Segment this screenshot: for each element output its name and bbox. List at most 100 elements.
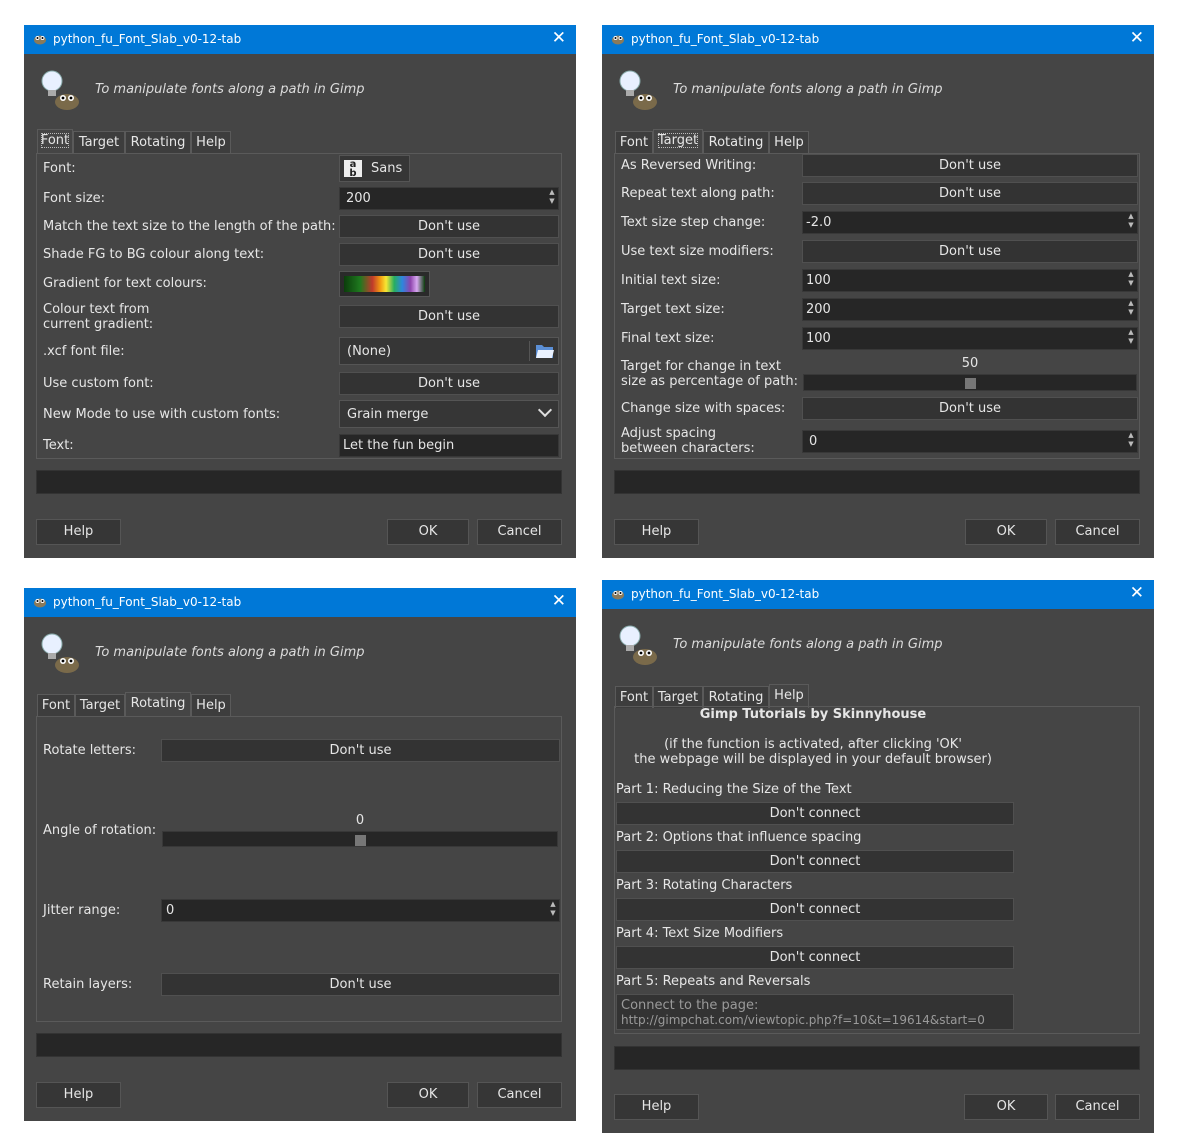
spaces-toggle[interactable]: Don't use bbox=[802, 397, 1138, 420]
progress-bar bbox=[614, 470, 1140, 494]
repeat-toggle[interactable]: Don't use bbox=[802, 182, 1138, 205]
retain-toggle[interactable]: Don't use bbox=[161, 973, 560, 996]
tab-help[interactable]: Help bbox=[191, 694, 231, 716]
cancel-button[interactable]: Cancel bbox=[477, 1082, 562, 1108]
close-icon[interactable]: ✕ bbox=[552, 591, 566, 611]
angle-slider[interactable] bbox=[162, 831, 558, 847]
target-size-label: Target text size: bbox=[621, 302, 725, 317]
dialog-help-tab: python_fu_Font_Slab_v0-12-tab ✕ To manip… bbox=[602, 580, 1154, 1133]
match-size-toggle[interactable]: Don't use bbox=[339, 215, 559, 238]
spacing-spinner[interactable]: 0 ▲ ▼ bbox=[802, 430, 1138, 453]
cancel-button[interactable]: Cancel bbox=[1055, 1094, 1140, 1120]
dialog-subtitle: To manipulate fonts along a path in Gimp bbox=[95, 645, 365, 660]
font-icon: ab bbox=[344, 160, 362, 179]
tab-target[interactable]: Target bbox=[653, 686, 703, 708]
target-size-spinner[interactable]: 200 ▲ ▼ bbox=[802, 298, 1138, 321]
folder-open-icon[interactable] bbox=[535, 342, 555, 360]
lightbulb-icon bbox=[41, 633, 79, 673]
spinner-arrows[interactable]: ▲ ▼ bbox=[1125, 212, 1137, 233]
help-note-line-2: the webpage will be displayed in your de… bbox=[634, 752, 992, 767]
close-icon[interactable]: ✕ bbox=[1130, 28, 1144, 48]
part3-connect-button[interactable]: Don't connect bbox=[616, 898, 1014, 921]
cancel-button[interactable]: Cancel bbox=[1055, 519, 1140, 545]
tab-target[interactable]: Target bbox=[73, 131, 125, 153]
tab-font[interactable]: Font bbox=[615, 686, 653, 708]
initial-size-spinner[interactable]: 100 ▲ ▼ bbox=[802, 269, 1138, 292]
progress-bar bbox=[614, 1046, 1140, 1070]
custom-font-toggle[interactable]: Don't use bbox=[339, 372, 559, 395]
part2-connect-button[interactable]: Don't connect bbox=[616, 850, 1014, 873]
text-label: Text: bbox=[43, 438, 74, 453]
tab-rotating[interactable]: Rotating bbox=[703, 686, 769, 708]
tab-target[interactable]: Target bbox=[75, 694, 125, 716]
xcf-file-chooser[interactable]: (None) bbox=[339, 337, 559, 365]
font-chooser-button[interactable]: ab Sans bbox=[339, 155, 410, 182]
tab-font[interactable]: Font bbox=[615, 131, 653, 153]
tab-help[interactable]: Help bbox=[191, 131, 231, 153]
reversed-toggle[interactable]: Don't use bbox=[802, 154, 1138, 177]
spinner-arrows[interactable]: ▲ ▼ bbox=[1125, 328, 1137, 349]
help-button[interactable]: Help bbox=[614, 519, 699, 545]
ok-button[interactable]: OK bbox=[387, 519, 469, 545]
ok-button[interactable]: OK bbox=[965, 519, 1047, 545]
jitter-label: Jitter range: bbox=[43, 903, 121, 918]
spinner-arrows[interactable]: ▲ ▼ bbox=[1125, 270, 1137, 291]
dialog-rotating-tab: python_fu_Font_Slab_v0-12-tab ✕ To manip… bbox=[24, 588, 576, 1121]
spaces-label: Change size with spaces: bbox=[621, 401, 786, 416]
ok-button[interactable]: OK bbox=[387, 1082, 469, 1108]
spinner-arrows[interactable]: ▲ ▼ bbox=[546, 188, 558, 209]
part4-label: Part 4: Text Size Modifiers bbox=[616, 926, 784, 941]
part1-connect-button[interactable]: Don't connect bbox=[616, 802, 1014, 825]
dialog-target-tab: python_fu_Font_Slab_v0-12-tab ✕ To manip… bbox=[602, 25, 1154, 558]
tab-rotating[interactable]: Rotating bbox=[125, 692, 191, 716]
close-icon[interactable]: ✕ bbox=[1130, 583, 1144, 603]
ok-button[interactable]: OK bbox=[964, 1094, 1048, 1120]
spinner-arrows[interactable]: ▲ ▼ bbox=[1125, 299, 1137, 320]
text-input[interactable]: Let the fun begin bbox=[339, 434, 559, 457]
window-title: python_fu_Font_Slab_v0-12-tab bbox=[53, 32, 242, 46]
gimp-wilber-icon bbox=[612, 35, 624, 45]
shade-toggle[interactable]: Don't use bbox=[339, 243, 559, 266]
help-button[interactable]: Help bbox=[36, 519, 121, 545]
lightbulb-icon bbox=[619, 625, 657, 665]
colour-text-toggle[interactable]: Don't use bbox=[339, 305, 559, 328]
help-button[interactable]: Help bbox=[36, 1082, 121, 1108]
tab-font[interactable]: Font bbox=[37, 129, 73, 153]
spinner-arrows[interactable]: ▲ ▼ bbox=[1125, 431, 1137, 452]
modifiers-toggle[interactable]: Don't use bbox=[802, 240, 1138, 263]
help-link-field[interactable]: Connect to the page: http://gimpchat.com… bbox=[616, 994, 1014, 1030]
part1-label: Part 1: Reducing the Size of the Text bbox=[616, 782, 852, 797]
slider-handle[interactable] bbox=[965, 378, 976, 389]
tab-help[interactable]: Help bbox=[769, 131, 809, 153]
slider-handle[interactable] bbox=[355, 835, 366, 846]
mode-combo[interactable]: Grain merge bbox=[339, 400, 559, 428]
percentage-slider[interactable] bbox=[803, 374, 1137, 391]
dialog-subtitle: To manipulate fonts along a path in Gimp bbox=[95, 82, 365, 97]
xcf-file-value: (None) bbox=[347, 344, 392, 359]
dialog-subtitle: To manipulate fonts along a path in Gimp bbox=[673, 82, 943, 97]
part5-label: Part 5: Repeats and Reversals bbox=[616, 974, 811, 989]
final-size-spinner[interactable]: 100 ▲ ▼ bbox=[802, 327, 1138, 350]
reversed-label: As Reversed Writing: bbox=[621, 158, 757, 173]
part4-connect-button[interactable]: Don't connect bbox=[616, 946, 1014, 969]
tab-rotating[interactable]: Rotating bbox=[703, 131, 769, 153]
lightbulb-icon bbox=[41, 70, 79, 110]
tab-help[interactable]: Help bbox=[769, 684, 809, 708]
colour-text-label: Colour text from current gradient: bbox=[43, 302, 154, 332]
spinner-arrows[interactable]: ▲ ▼ bbox=[547, 900, 559, 921]
close-icon[interactable]: ✕ bbox=[552, 28, 566, 48]
angle-label: Angle of rotation: bbox=[43, 823, 157, 838]
rotate-toggle[interactable]: Don't use bbox=[161, 739, 560, 762]
spacing-label: Adjust spacing between characters: bbox=[621, 426, 755, 456]
font-size-spinner[interactable]: 200 ▲ ▼ bbox=[339, 187, 559, 210]
gradient-chooser-button[interactable] bbox=[339, 271, 430, 297]
help-note-line-1: (if the function is activated, after cli… bbox=[664, 737, 962, 752]
step-spinner[interactable]: -2.0 ▲ ▼ bbox=[802, 211, 1138, 234]
tab-target[interactable]: Target bbox=[653, 129, 703, 153]
cancel-button[interactable]: Cancel bbox=[477, 519, 562, 545]
tab-rotating[interactable]: Rotating bbox=[125, 131, 191, 153]
jitter-spinner[interactable]: 0 ▲ ▼ bbox=[161, 899, 560, 922]
tab-font[interactable]: Font bbox=[37, 694, 75, 716]
help-button[interactable]: Help bbox=[614, 1094, 699, 1120]
repeat-label: Repeat text along path: bbox=[621, 186, 775, 201]
